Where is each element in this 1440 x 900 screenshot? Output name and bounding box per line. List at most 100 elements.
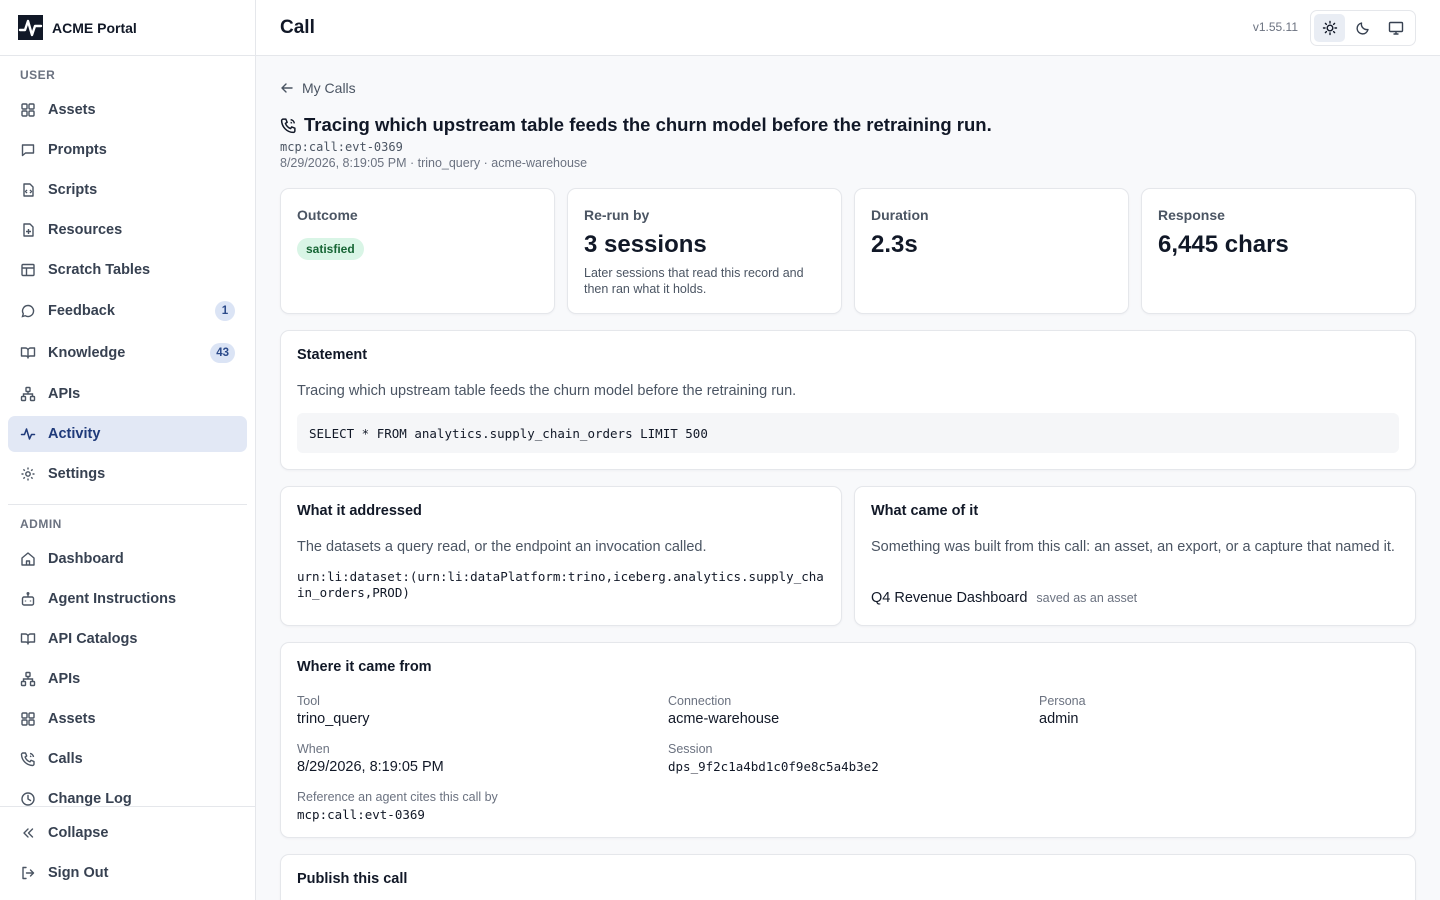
rerun-note: Later sessions that read this record and… [584,266,804,296]
sidebar-item-scratch-tables[interactable]: Scratch Tables [8,252,247,288]
sidebar-item-agent-instructions[interactable]: Agent Instructions [8,581,247,617]
sidebar-item-label: Scratch Tables [48,262,151,278]
dataset-urn[interactable]: urn:li:dataset:(urn:li:dataPlatform:trin… [297,569,825,601]
session-label: Session [668,742,713,756]
sidebar-item-calls[interactable]: Calls [8,741,247,777]
message-square-icon [20,142,36,158]
statement-text: Tracing which upstream table feeds the c… [297,383,797,399]
moon-icon [1356,22,1369,35]
sidebar-item-dashboard[interactable]: Dashboard [8,541,247,577]
theme-switcher [1310,10,1416,46]
origin-title: Where it came from [297,659,432,675]
status-badge: satisfied [297,238,364,260]
sidebar-item-knowledge[interactable]: Knowledge 43 [8,335,247,371]
sql-code-block[interactable]: SELECT * FROM analytics.supply_chain_ord… [297,413,1399,453]
sidebar-item-activity[interactable]: Activity [8,416,247,452]
rerun-value: 3 sessions [584,231,707,258]
call-meta: 8/29/2026, 8:19:05 PM · trino_query · ac… [280,156,588,170]
sidebar-item-settings[interactable]: Settings [8,456,247,492]
acme-logo-icon [18,15,43,40]
brand-name: ACME Portal [52,19,137,36]
admin-section-label: ADMIN [20,517,62,531]
call-heading: Tracing which upstream table feeds the c… [280,114,992,136]
sidebar-footer: Collapse Sign Out [0,806,255,900]
bot-icon [20,591,36,607]
statement-card: Statement Tracing which upstream table f… [280,330,1416,470]
sidebar-item-apis[interactable]: APIs [8,376,247,412]
system-theme-button[interactable] [1381,14,1412,42]
reference-label: Reference an agent cites this call by [297,790,498,804]
sidebar-item-admin-assets[interactable]: Assets [8,701,247,737]
sidebar-item-label: Change Log [48,791,132,807]
sidebar-item-label: Assets [48,102,96,118]
origin-card: Where it came from Tool trino_query Conn… [280,642,1416,838]
sidebar-item-admin-apis[interactable]: APIs [8,661,247,697]
activity-icon [20,426,36,442]
sidebar-item-label: APIs [48,671,81,687]
sidebar-item-label: APIs [48,386,81,402]
sign-out-label: Sign Out [48,865,109,881]
book-open-icon [20,345,36,361]
file-code-icon [20,182,36,198]
statement-title: Statement [297,347,368,363]
sidebar-item-prompts[interactable]: Prompts [8,132,247,168]
monitor-icon [1389,21,1404,35]
home-icon [20,551,36,567]
outcome-card: Outcome satisfied [280,188,555,314]
light-theme-button[interactable] [1314,14,1346,42]
network-icon [20,386,36,402]
response-card: Response 6,445 chars [1141,188,1416,314]
duration-label: Duration [871,207,929,223]
collapse-button[interactable]: Collapse [8,815,247,851]
result-item[interactable]: Q4 Revenue Dashboard saved as an asset [871,590,1137,606]
dark-theme-button[interactable] [1347,14,1378,42]
response-value: 6,445 chars [1158,231,1289,258]
sidebar-item-api-catalogs[interactable]: API Catalogs [8,621,247,657]
publish-card: Publish this call [280,854,1416,900]
version-label: v1.55.11 [1252,20,1298,34]
when-label: When [297,742,330,756]
result-name: Q4 Revenue Dashboard [871,590,1028,606]
sidebar-item-label: Scripts [48,182,98,198]
table-icon [20,262,36,278]
sidebar-item-label: Knowledge [48,345,126,361]
grid-icon [20,711,36,727]
page-title: Call [280,16,315,38]
result-tag: saved as an asset [1036,591,1138,605]
brand[interactable]: ACME Portal [0,0,255,56]
connection-label: Connection [668,694,732,708]
back-link[interactable]: My Calls [280,80,356,96]
duration-card: Duration 2.3s [854,188,1129,314]
sidebar-item-scripts[interactable]: Scripts [8,172,247,208]
tool-value: trino_query [297,711,370,727]
sidebar-item-label: Calls [48,751,83,767]
sidebar-item-resources[interactable]: Resources [8,212,247,248]
sign-out-button[interactable]: Sign Out [8,855,247,891]
sidebar: ACME Portal USER Assets Prompts Scripts … [0,0,256,900]
phone-call-icon [20,751,36,767]
sidebar-item-feedback[interactable]: Feedback 1 [8,293,247,329]
outcome-detail-text: Something was built from this call: an a… [871,539,1395,555]
addressed-title: What it addressed [297,503,422,519]
connection-value: acme-warehouse [668,711,780,727]
sidebar-item-label: API Catalogs [48,631,138,647]
collapse-label: Collapse [48,825,109,841]
rerun-label: Re-run by [584,207,650,223]
chevrons-left-icon [20,825,36,841]
knowledge-count-badge: 43 [210,343,235,363]
call-id: mcp:call:evt-0369 [280,140,403,154]
sidebar-item-label: Prompts [48,142,107,158]
rerun-card: Re-run by 3 sessions Later sessions that… [567,188,842,314]
sidebar-item-label: Resources [48,222,123,238]
clock-icon [20,791,36,807]
sidebar-item-label: Settings [48,466,106,482]
call-title: Tracing which upstream table feeds the c… [304,114,992,135]
message-circle-icon [20,303,36,319]
session-value[interactable]: dps_9f2c1a4bd1c0f9e8c5a4b3e2 [668,759,879,774]
publish-title: Publish this call [297,871,408,887]
reference-value[interactable]: mcp:call:evt-0369 [297,807,425,822]
sidebar-item-assets[interactable]: Assets [8,92,247,128]
main-content: My Calls Tracing which upstream table fe… [256,56,1440,900]
sidebar-divider [8,504,247,505]
persona-label: Persona [1039,694,1086,708]
